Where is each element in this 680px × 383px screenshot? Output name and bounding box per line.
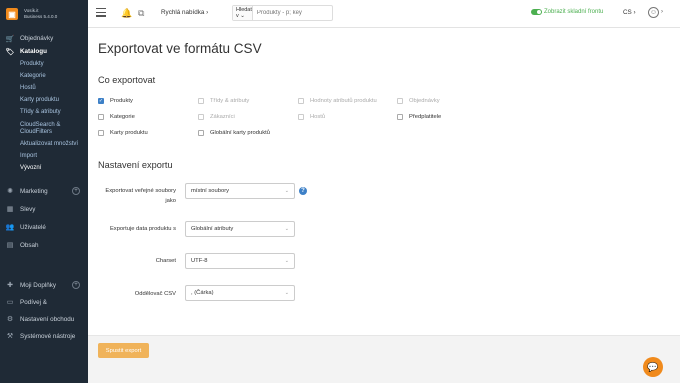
checkbox-products[interactable]: ✓ Produkty xyxy=(98,98,133,104)
checkbox-global-product-cards[interactable]: Globální karty produktů xyxy=(198,130,270,136)
field-label-public-files: Exportovat veřejné soubory jako xyxy=(105,188,176,204)
sidebar-sub-categories[interactable]: Kategorie xyxy=(0,70,88,82)
checkbox-box[interactable] xyxy=(397,114,403,120)
field-label-charset: Charset xyxy=(155,258,176,264)
checkbox-box xyxy=(298,114,304,120)
checkbox-subscribers[interactable]: Předplatitele xyxy=(397,114,441,120)
sidebar: ▣ Vosík.it Business 5.4.0.0 🛒 Objednávky… xyxy=(0,0,88,383)
checkbox-attribute-values: Hodnoty atributů produktu xyxy=(298,98,377,104)
checkbox-box[interactable] xyxy=(198,130,204,136)
topbar: 🔔 ⧉ Rychlá nabídka › Hledat v ⌄ Zobrazit… xyxy=(88,0,680,28)
checkbox-box xyxy=(198,98,204,104)
store-front-toggle[interactable] xyxy=(531,9,542,15)
store-front-label[interactable]: Zobrazit skladní frontu xyxy=(544,9,603,15)
field-label-csv-delimiter: Oddělovač CSV xyxy=(134,291,176,297)
checkbox-box xyxy=(198,114,204,120)
checkbox-box[interactable]: ✓ xyxy=(98,98,104,104)
chevron-down-icon: ⌄ xyxy=(284,226,289,232)
sidebar-sub-classes[interactable]: Třídy & atributy xyxy=(0,107,88,119)
sidebar-item-view[interactable]: ▭ Podívej & xyxy=(0,296,88,309)
sidebar-sub-update-qty[interactable]: Aktualizovat množství xyxy=(0,138,88,150)
users-icon: 👥 xyxy=(5,224,15,232)
chevron-down-icon: ⌄ xyxy=(284,290,289,296)
section-what-to-export: Co exportovat xyxy=(98,75,156,85)
sidebar-item-marketing[interactable]: ✺ Marketing + xyxy=(0,185,88,198)
sidebar-sub-products[interactable]: Produkty xyxy=(0,58,88,70)
field-label-product-data: Exportuje data produktu s xyxy=(109,226,176,232)
plus-icon[interactable]: + xyxy=(72,187,80,196)
tools-icon: ⚒ xyxy=(6,333,14,341)
language-selector[interactable]: CS › xyxy=(623,9,636,16)
checkbox-box xyxy=(298,98,304,104)
select-csv-delimiter[interactable]: , (Čárka) ⌄ xyxy=(185,285,295,301)
checkbox-product-cards[interactable]: Karty produktu xyxy=(98,130,148,136)
checkbox-classes-attributes: Třídy & atributy xyxy=(198,98,249,104)
settings-icon: ⚙ xyxy=(6,316,14,324)
select-product-data[interactable]: Globální atributy ⌄ xyxy=(185,221,295,237)
sidebar-sub-guests[interactable]: Hostů xyxy=(0,82,88,94)
select-charset[interactable]: UTF-8 ⌄ xyxy=(185,253,295,269)
cube-icon: ▦ xyxy=(6,206,14,214)
brand[interactable]: ▣ Vosík.it Business 5.4.0.0 xyxy=(0,0,88,28)
sidebar-item-store-settings[interactable]: ⚙ Nastavení obchodu xyxy=(0,313,88,326)
checkbox-orders: Objednávky xyxy=(397,98,440,104)
main-content: Exportovat ve formátu CSV Co exportovat … xyxy=(88,28,680,383)
chevron-down-icon: ⌄ xyxy=(284,188,289,194)
sidebar-item-content[interactable]: ▤ Obsah xyxy=(0,239,88,252)
plugin-icon[interactable]: ⧉ xyxy=(138,8,144,19)
user-avatar-icon[interactable]: ☺ xyxy=(648,7,659,18)
brand-version: Business 5.4.0.0 xyxy=(24,14,58,19)
user-menu-chevron[interactable]: › xyxy=(661,9,663,15)
cart-icon: 🛒 xyxy=(5,35,15,43)
select-public-files[interactable]: místní soubory ⌄ xyxy=(185,183,295,199)
sidebar-sub-import[interactable]: Import xyxy=(0,150,88,162)
checkbox-guests: Hostů xyxy=(298,114,325,120)
sidebar-item-users[interactable]: 👥 Uživatelé xyxy=(0,221,88,234)
sidebar-item-discounts[interactable]: ▦ Slevy xyxy=(0,203,88,216)
tag-icon: 🏷 xyxy=(5,48,15,56)
sidebar-sub-cloudsearch[interactable]: CloudSearch & CloudFilters xyxy=(0,119,88,138)
checkbox-box[interactable] xyxy=(98,130,104,136)
logo-icon: ▣ xyxy=(6,8,18,20)
puzzle-icon: ✚ xyxy=(7,282,13,290)
chevron-down-icon: ⌄ xyxy=(284,258,289,264)
plus-icon[interactable]: + xyxy=(72,281,80,290)
document-icon: ▤ xyxy=(6,242,14,250)
checkbox-box xyxy=(397,98,403,104)
sidebar-sub-product-cards[interactable]: Karty produktu xyxy=(0,95,88,107)
quick-menu[interactable]: Rychlá nabídka › xyxy=(161,9,208,16)
sidebar-item-system-tools[interactable]: ⚒ Systémové nástroje xyxy=(0,330,88,343)
checkbox-categories[interactable]: Kategorie xyxy=(98,114,135,120)
sidebar-item-catalog[interactable]: 🏷 Katalogu xyxy=(0,45,88,58)
gear-icon: ✺ xyxy=(7,188,13,196)
action-bar xyxy=(88,335,680,383)
search-box: Hledat v ⌄ xyxy=(232,5,335,21)
search-input[interactable] xyxy=(252,6,335,20)
run-export-button[interactable]: Spustit export xyxy=(98,343,149,358)
search-type-select[interactable]: Hledat v ⌄ xyxy=(233,6,253,20)
sidebar-item-addons[interactable]: ✚ Moji Doplňky + xyxy=(0,279,88,292)
bell-icon[interactable]: 🔔 xyxy=(121,8,132,19)
checkbox-customers: Zákazníci xyxy=(198,114,235,120)
help-icon[interactable]: ? xyxy=(299,187,307,195)
eye-icon: ▭ xyxy=(6,299,14,307)
sidebar-sub-export[interactable]: Vývozní xyxy=(0,163,88,175)
page-title: Exportovat ve formátu CSV xyxy=(98,41,262,56)
chat-icon[interactable]: 💬 xyxy=(643,357,663,377)
checkbox-box[interactable] xyxy=(98,114,104,120)
menu-icon[interactable] xyxy=(96,8,106,18)
sidebar-item-orders[interactable]: 🛒 Objednávky xyxy=(0,32,88,45)
section-export-settings: Nastavení exportu xyxy=(98,160,173,170)
